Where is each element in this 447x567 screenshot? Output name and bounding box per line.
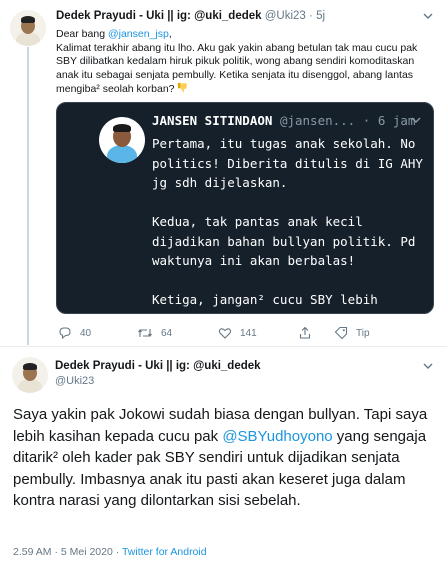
retweet-count: 64 — [161, 327, 173, 339]
quoted-paragraph: Pertama, itu tugas anak sekolah. No poli… — [152, 136, 423, 190]
author-name[interactable]: Dedek Prayudi - Uki || ig: @uki_dedek — [55, 360, 261, 372]
tweet-source[interactable]: Twitter for Android — [122, 546, 207, 558]
text-prefix: Dear bang — [56, 28, 108, 40]
retweet-icon — [138, 329, 152, 337]
tweet-timestamp[interactable]: 2.59 AM · 5 Mei 2020 · — [13, 546, 122, 558]
tip-button[interactable]: Tip — [334, 325, 370, 341]
reply-icon — [59, 327, 71, 340]
share-button[interactable] — [298, 325, 320, 341]
thumbs-down-icon — [178, 82, 188, 93]
quoted-chevron-down-icon[interactable] — [409, 113, 423, 127]
tweet-time[interactable]: 5j — [316, 10, 325, 22]
like-count: 141 — [240, 327, 257, 339]
text-body: Kalimat terakhir abang itu lho. Aku gak … — [56, 41, 418, 96]
quoted-author-handle[interactable]: @jansen... — [280, 113, 355, 128]
mention-link[interactable]: @SBYudhoyono — [222, 428, 332, 445]
mention-link[interactable]: @jansen_jsp — [108, 28, 169, 40]
chevron-down-icon[interactable] — [421, 359, 435, 373]
quoted-text: Pertama, itu tugas anak sekolah. No poli… — [152, 134, 427, 313]
thread-line — [27, 47, 29, 345]
reply-button[interactable]: 40 — [58, 325, 91, 341]
tip-icon — [334, 326, 348, 340]
mention-suffix: , — [168, 28, 172, 40]
quoted-paragraph: Ketiga, jangan² cucu SBY lebih pintar — [152, 292, 378, 313]
author-handle[interactable]: @Uki23 — [265, 10, 306, 22]
tweet-text: Saya yakin pak Jokowi sudah biasa dengan… — [13, 404, 437, 512]
quoted-paragraph: Kedua, tak pantas anak kecil dijadikan b… — [152, 214, 416, 268]
author-avatar[interactable] — [10, 10, 46, 46]
tweet-header: Dedek Prayudi - Uki || ig: @uki_dedek @U… — [56, 10, 325, 22]
author-handle[interactable]: @Uki23 — [55, 375, 94, 387]
chevron-down-icon[interactable] — [421, 9, 435, 23]
quoted-header: JANSEN SITINDAON @jansen... · 6 jam — [152, 113, 415, 128]
like-button[interactable]: 141 — [218, 325, 257, 341]
tweet-actions: 40 64 141 Tip — [56, 325, 386, 341]
tweet-text: Dear bang @jansen_jsp, Kalimat terakhir … — [56, 28, 436, 97]
separator: · — [309, 10, 313, 22]
quoted-separator: · — [362, 113, 371, 128]
tweet-meta: 2.59 AM · 5 Mei 2020 · Twitter for Andro… — [13, 546, 207, 558]
share-icon — [299, 326, 311, 339]
quoted-tweet-card[interactable]: JANSEN SITINDAON @jansen... · 6 jam Pert… — [56, 102, 434, 314]
author-name[interactable]: Dedek Prayudi - Uki || ig: @uki_dedek — [56, 10, 262, 22]
main-tweet[interactable]: Dedek Prayudi - Uki || ig: @uki_dedek @U… — [0, 347, 447, 567]
reply-count: 40 — [80, 327, 92, 339]
quoted-author-name[interactable]: JANSEN SITINDAON — [152, 113, 272, 128]
reply-tweet[interactable]: Dedek Prayudi - Uki || ig: @uki_dedek @U… — [0, 0, 447, 345]
quoted-author-avatar[interactable] — [99, 117, 145, 163]
author-avatar[interactable] — [12, 357, 48, 393]
retweet-button[interactable]: 64 — [137, 325, 172, 341]
tip-label: Tip — [356, 327, 370, 339]
heart-icon — [218, 328, 232, 339]
